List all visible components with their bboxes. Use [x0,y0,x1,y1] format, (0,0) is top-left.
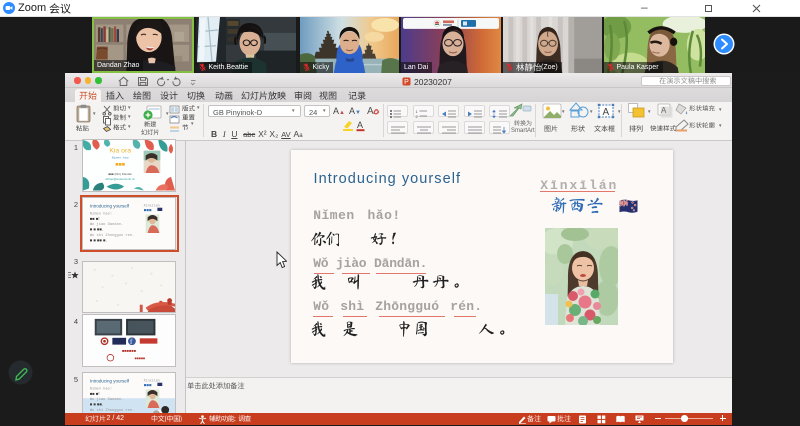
svg-text:Introducing yourself: Introducing yourself [90,204,130,209]
svg-text:A: A [367,106,374,117]
svg-text:Nimen hao: Nimen hao [112,155,129,159]
svg-text:■■■: ■■■ [144,383,152,388]
svg-text:■■ ■!: ■■ ■! [90,391,100,396]
svg-text:Introducing yourself: Introducing yourself [90,379,130,384]
svg-text:A: A [661,106,667,115]
svg-text:■ ■ ■■ ■.: ■ ■ ■■ ■. [90,238,107,243]
svg-text:■■■ (Dnt) Dandan: ■■■ (Dnt) Dandan [108,172,132,176]
svg-text:■■■■■: ■■■■■ [134,357,145,361]
svg-text:■■■: ■■■ [144,208,152,213]
svg-text:2: 2 [415,114,418,119]
svg-text:■■■: ■■■ [115,162,125,168]
svg-text:■■ ■!: ■■ ■! [90,216,100,221]
svg-text:■ ■ ■■.: ■ ■ ■■. [90,227,103,232]
svg-text:dzhao@lexiannumb.cn: dzhao@lexiannumb.cn [105,177,135,181]
svg-text:P: P [404,79,409,86]
svg-text:■ ■ ■■.: ■ ■ ■■. [90,402,103,407]
svg-text:A: A [603,107,610,118]
svg-text:■■■■■■: ■■■■■■ [122,348,137,353]
svg-text:Kia ora: Kia ora [109,148,131,155]
svg-text:A: A [357,120,363,130]
